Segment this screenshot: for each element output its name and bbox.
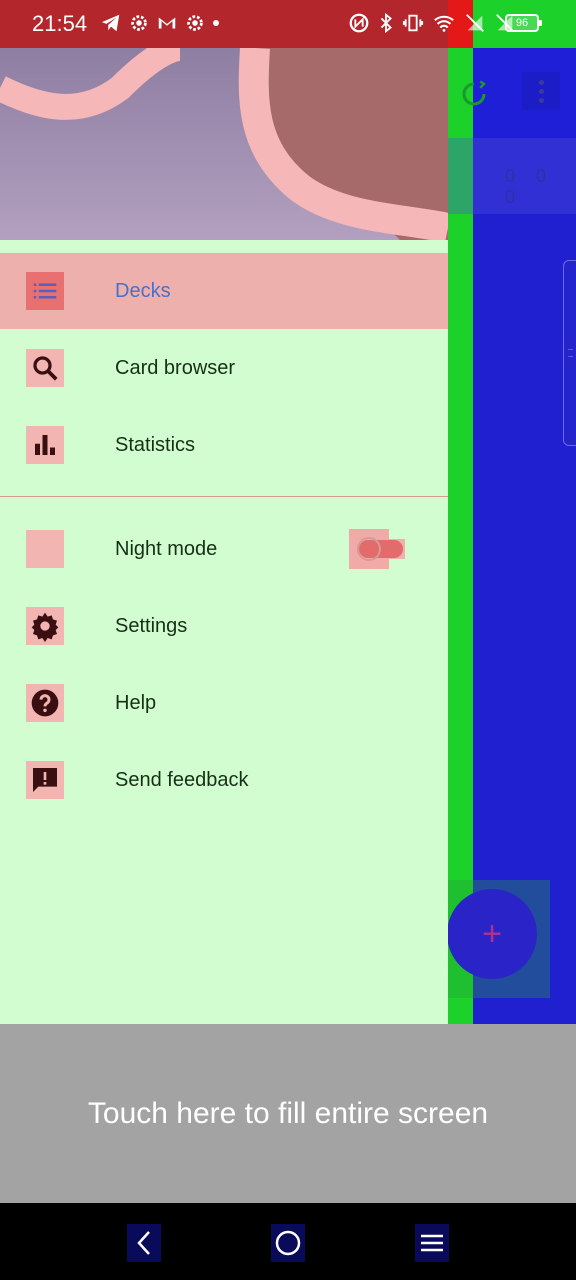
scroll-handle[interactable] <box>563 260 576 446</box>
settings-icon <box>187 15 203 31</box>
nav-item-help[interactable]: Help <box>0 665 448 741</box>
nfc-icon <box>349 13 369 33</box>
gmail-icon <box>158 17 176 29</box>
drawer-header-image <box>0 48 448 240</box>
no-sim-icon <box>466 14 484 32</box>
dot-icon <box>213 20 219 26</box>
plus-icon: + <box>482 914 502 953</box>
battery-icon: 96 <box>505 14 542 32</box>
system-navigation-bar <box>0 1203 576 1280</box>
bluetooth-icon <box>380 12 392 34</box>
gear-icon <box>26 607 64 645</box>
nav-label-night-mode: Night mode <box>115 537 218 560</box>
drawer-divider <box>0 496 448 497</box>
nav-label-send-feedback: Send feedback <box>115 768 249 791</box>
fill-screen-label: Touch here to fill entire screen <box>87 1096 489 1130</box>
settings-icon <box>131 15 147 31</box>
feedback-icon <box>26 761 64 799</box>
deck-counts: 0 0 0 <box>505 166 555 207</box>
moon-icon <box>26 530 64 568</box>
nav-item-decks[interactable]: Decks <box>0 253 448 329</box>
recents-icon[interactable] <box>415 1224 449 1262</box>
fill-screen-button[interactable]: Touch here to fill entire screen <box>0 1024 576 1203</box>
nav-item-statistics[interactable]: Statistics <box>0 407 448 483</box>
system-icons <box>348 12 516 34</box>
more-options-icon[interactable] <box>522 72 560 110</box>
bar-chart-icon <box>26 426 64 464</box>
night-mode-switch[interactable] <box>349 529 411 569</box>
nav-item-card-browser[interactable]: Card browser <box>0 330 448 406</box>
help-icon <box>26 684 64 722</box>
list-icon <box>26 272 64 310</box>
notification-icons <box>100 12 220 34</box>
vibrate-icon <box>402 14 424 32</box>
switch-thumb <box>357 537 381 561</box>
nav-label-statistics: Statistics <box>115 433 196 456</box>
nav-label-settings: Settings <box>115 614 188 637</box>
add-fab-button[interactable]: + <box>447 889 537 979</box>
nav-label-help: Help <box>115 691 157 714</box>
telegram-icon <box>101 14 120 32</box>
nav-item-send-feedback[interactable]: Send feedback <box>0 742 448 818</box>
nav-label-card-browser: Card browser <box>115 356 236 379</box>
home-icon[interactable] <box>271 1224 305 1262</box>
search-icon <box>26 349 64 387</box>
sync-icon[interactable] <box>456 76 492 112</box>
nav-label-decks: Decks <box>115 279 171 302</box>
nav-item-settings[interactable]: Settings <box>0 588 448 664</box>
status-time: 21:54 <box>32 11 88 36</box>
back-icon[interactable] <box>127 1224 161 1262</box>
wifi-icon <box>434 15 454 32</box>
